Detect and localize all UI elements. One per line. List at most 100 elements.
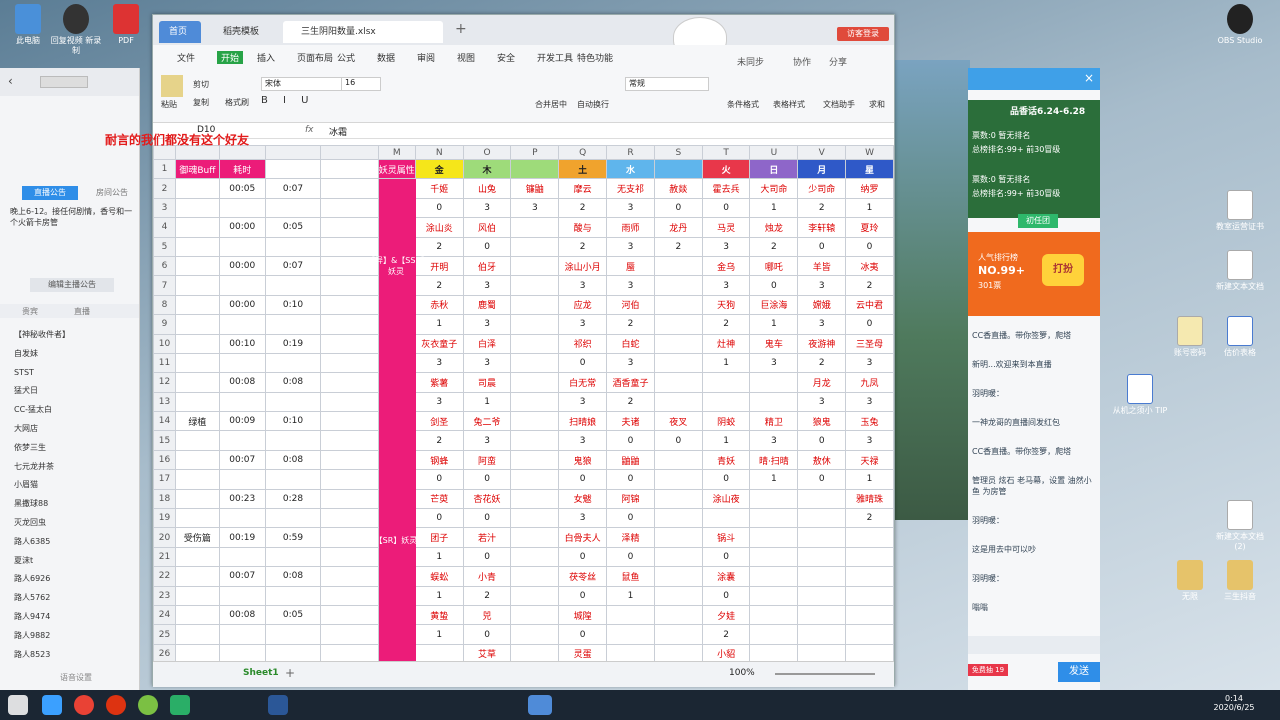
- format-painter-button[interactable]: 格式刷: [225, 97, 249, 108]
- cell[interactable]: [845, 566, 894, 587]
- cell[interactable]: [174, 566, 220, 587]
- cell[interactable]: 3: [606, 197, 655, 219]
- cell[interactable]: [510, 158, 560, 180]
- row-header[interactable]: 10: [153, 333, 176, 354]
- cell[interactable]: 1: [414, 546, 464, 568]
- cell[interactable]: [653, 527, 703, 548]
- cell[interactable]: 1: [845, 469, 894, 490]
- cell[interactable]: 敖休: [797, 449, 847, 471]
- cell[interactable]: 0:08: [264, 566, 322, 587]
- cell[interactable]: 日: [749, 158, 799, 180]
- cell[interactable]: 灰衣童子: [414, 333, 464, 354]
- cell[interactable]: [377, 430, 416, 451]
- cell[interactable]: [797, 488, 847, 510]
- cell[interactable]: 0: [558, 585, 608, 606]
- cell[interactable]: 黄蛰: [414, 604, 464, 626]
- column-header[interactable]: M: [377, 145, 416, 160]
- cell[interactable]: [653, 449, 703, 471]
- cell[interactable]: [218, 469, 266, 490]
- cell[interactable]: [653, 158, 703, 180]
- column-header[interactable]: P: [510, 145, 560, 160]
- cell[interactable]: [510, 527, 560, 548]
- cell[interactable]: 0: [558, 546, 608, 568]
- cell[interactable]: 0: [749, 275, 799, 296]
- cell[interactable]: 3: [462, 430, 512, 451]
- cell[interactable]: 夕娃: [701, 604, 751, 626]
- column-header[interactable]: [320, 145, 379, 160]
- cell[interactable]: 0:08: [264, 449, 322, 471]
- cell[interactable]: 马灵: [701, 217, 751, 238]
- cell[interactable]: 0: [606, 469, 655, 490]
- cell[interactable]: 伯牙: [462, 255, 512, 277]
- cell[interactable]: 纳罗: [845, 178, 894, 199]
- cell[interactable]: [510, 236, 560, 257]
- menu-item-4[interactable]: 公式: [337, 51, 355, 64]
- user-list-item[interactable]: 猛犬日: [14, 382, 138, 401]
- cell[interactable]: 杏花妖: [462, 488, 512, 510]
- cell[interactable]: 00:00: [218, 217, 266, 238]
- cell[interactable]: 0:10: [264, 411, 322, 432]
- netease-icon[interactable]: [106, 695, 126, 715]
- cell[interactable]: [320, 624, 379, 645]
- spreadsheet-grid[interactable]: M N O P Q R S T U V W 1 御魂Buff 耗时 妖灵属性金木土水火日月星 2 00:05 0:…: [153, 145, 894, 661]
- desktop-icon-tip[interactable]: 从机之须小 TIP: [1112, 374, 1168, 416]
- cell[interactable]: 1: [462, 391, 512, 413]
- cell[interactable]: 2: [414, 275, 464, 296]
- cell[interactable]: [653, 508, 703, 529]
- cell[interactable]: 0: [845, 314, 894, 335]
- cell[interactable]: 2: [558, 236, 608, 257]
- cell[interactable]: 0:28: [264, 488, 322, 510]
- cell[interactable]: 夫诸: [606, 411, 655, 432]
- menu-item-7[interactable]: 视图: [457, 51, 475, 64]
- cell[interactable]: [845, 585, 894, 606]
- cell[interactable]: [414, 643, 464, 661]
- cell[interactable]: 1: [845, 197, 894, 219]
- column-header[interactable]: S: [653, 145, 703, 160]
- user-list-item[interactable]: 自发妹: [14, 345, 138, 364]
- cell[interactable]: [377, 643, 416, 661]
- cell[interactable]: [510, 430, 560, 451]
- cell[interactable]: 玉兔: [845, 411, 894, 432]
- cell[interactable]: [264, 624, 322, 645]
- cell[interactable]: [174, 217, 220, 238]
- font-select[interactable]: 宋体: [261, 77, 353, 91]
- zoom-slider[interactable]: [775, 673, 875, 675]
- cell[interactable]: [320, 372, 379, 393]
- cell[interactable]: 3: [462, 314, 512, 335]
- cell[interactable]: [510, 449, 560, 471]
- cell[interactable]: [845, 643, 894, 661]
- cell[interactable]: [174, 294, 220, 316]
- cell[interactable]: [377, 197, 416, 219]
- cell[interactable]: [606, 643, 655, 661]
- cell[interactable]: [749, 508, 799, 529]
- cell[interactable]: [174, 391, 220, 413]
- cell[interactable]: 狼鬼: [797, 411, 847, 432]
- cell[interactable]: 00:08: [218, 604, 266, 626]
- row-header[interactable]: 11: [153, 352, 176, 374]
- cell[interactable]: 1: [606, 585, 655, 606]
- cell[interactable]: 金乌: [701, 255, 751, 277]
- cell[interactable]: [174, 488, 220, 510]
- tab-workbook[interactable]: 三生阴阳数量.xlsx: [283, 21, 443, 43]
- sheet-tab[interactable]: Sheet1: [243, 668, 279, 678]
- cell[interactable]: 锅斗: [701, 527, 751, 548]
- row-header[interactable]: 20: [153, 527, 176, 548]
- desktop-icon-doc2[interactable]: 新建文本文档: [1212, 250, 1268, 292]
- cell[interactable]: [701, 391, 751, 413]
- menu-item-6[interactable]: 审阅: [417, 51, 435, 64]
- cell[interactable]: [749, 546, 799, 568]
- cell[interactable]: 0: [701, 197, 751, 219]
- cell[interactable]: 0:05: [264, 217, 322, 238]
- cell[interactable]: 酸与: [558, 217, 608, 238]
- cell[interactable]: [377, 449, 416, 471]
- cell[interactable]: 2: [414, 236, 464, 257]
- cell[interactable]: 霍去兵: [701, 178, 751, 199]
- cell[interactable]: [749, 566, 799, 587]
- cell[interactable]: 灶神: [701, 333, 751, 354]
- cell[interactable]: 0:07: [264, 178, 322, 199]
- cell[interactable]: 1: [749, 469, 799, 490]
- login-button[interactable]: 访客登录: [837, 27, 889, 41]
- cell[interactable]: 少司命: [797, 178, 847, 199]
- cell[interactable]: 绿植: [174, 411, 220, 432]
- cell[interactable]: [174, 178, 220, 199]
